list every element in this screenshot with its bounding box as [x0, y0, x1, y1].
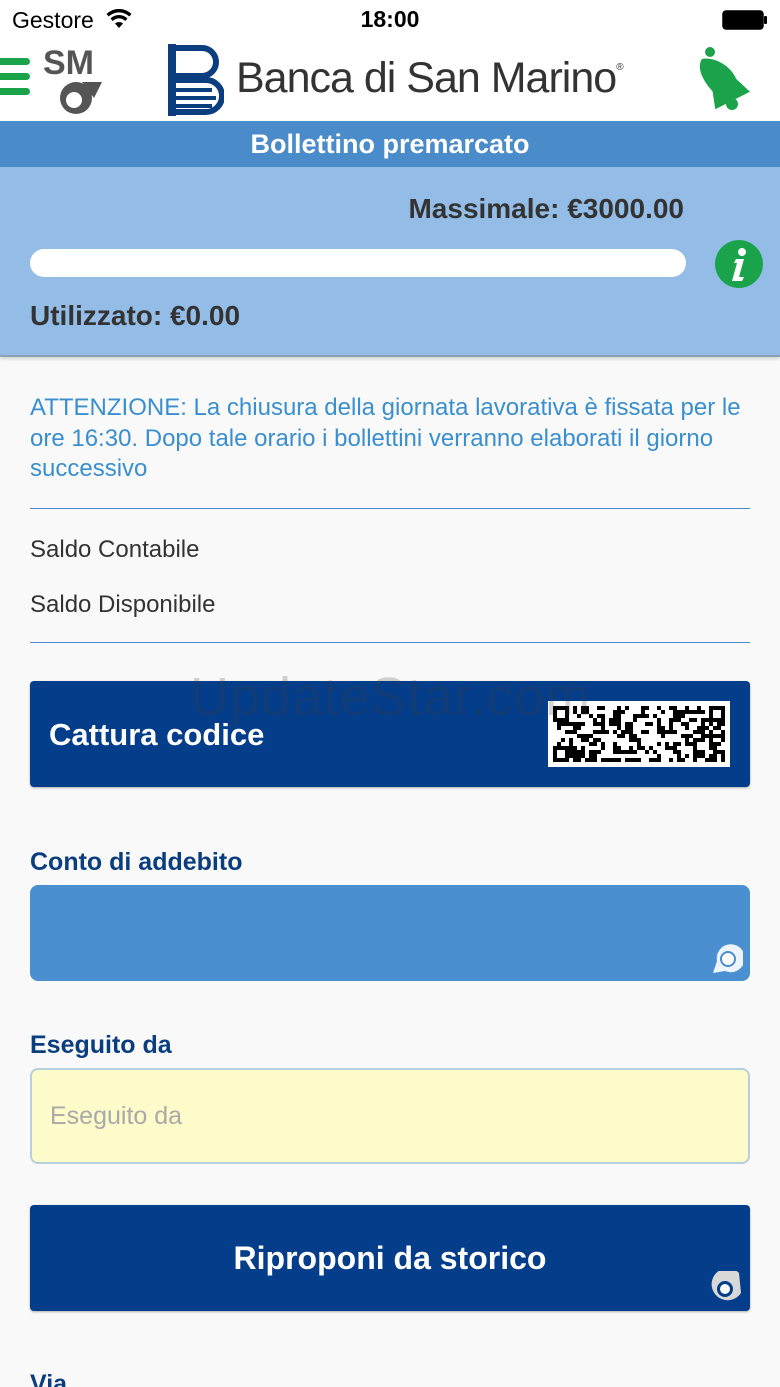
executed-by-label: Eseguito da — [30, 1031, 172, 1059]
registered-mark: ® — [616, 62, 623, 73]
picker-icon — [713, 944, 743, 973]
closing-time-notice: ATTENZIONE: La chiusura della giornata l… — [30, 394, 741, 482]
info-icon[interactable] — [714, 239, 764, 289]
page-title: Bollettino premarcato — [250, 129, 530, 159]
repropose-from-history-label: Riproponi da storico — [233, 1240, 547, 1276]
screen: Gestore 18:00 SM Banca di San Marino® Bo… — [0, 0, 780, 1387]
sm-logo-text: SM — [43, 44, 94, 82]
sm-logo: SM — [43, 44, 102, 114]
divider — [30, 642, 750, 643]
repropose-from-history-button[interactable]: Riproponi da storico — [30, 1205, 750, 1311]
used-amount-text: Utilizzato: €0.00 — [30, 300, 241, 331]
battery-icon — [722, 10, 767, 30]
max-limit-text: Massimale: €3000.00 — [408, 193, 684, 224]
street-label: Via — [30, 1370, 68, 1387]
account-select[interactable] — [30, 885, 750, 981]
bell-icon[interactable] — [696, 46, 752, 112]
bank-logo-icon — [168, 44, 224, 116]
status-bar: Gestore 18:00 — [0, 0, 780, 40]
divider — [30, 508, 750, 509]
saldo-disponibile: Saldo Disponibile — [30, 591, 216, 618]
watermark: UpdateStar.com — [190, 667, 592, 727]
account-label: Conto di addebito — [30, 848, 243, 876]
executed-by-input[interactable] — [30, 1068, 750, 1164]
history-icon — [711, 1271, 741, 1301]
hamburger-menu-icon[interactable] — [0, 58, 30, 102]
app-header: SM Banca di San Marino® — [0, 40, 780, 121]
bank-name: Banca di San Marino® — [236, 54, 624, 102]
clock: 18:00 — [360, 6, 420, 32]
page-title-bar: Bollettino premarcato — [0, 121, 780, 167]
saldo-contabile: Saldo Contabile — [30, 536, 200, 563]
usage-progress-bar — [30, 249, 686, 277]
limit-panel: Massimale: €3000.00 Utilizzato: €0.00 — [0, 167, 780, 357]
